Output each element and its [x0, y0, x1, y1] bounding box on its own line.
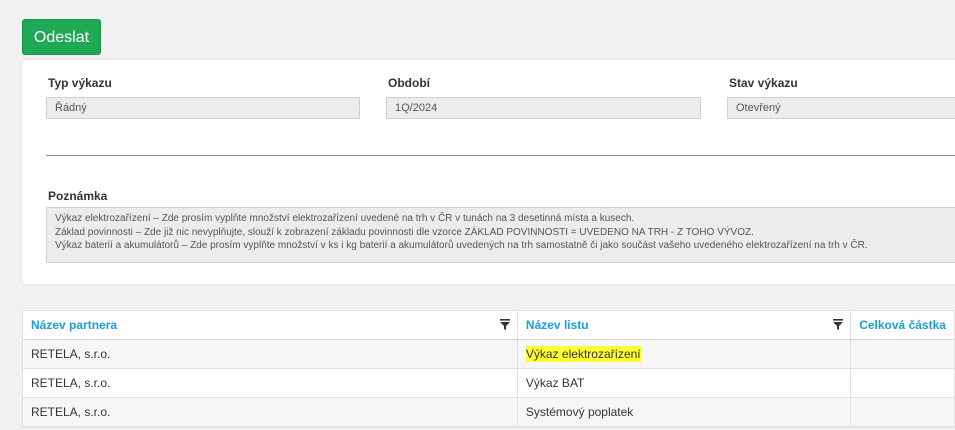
table-row[interactable]: RETELA, s.r.o. Výkaz BAT: [23, 369, 954, 398]
grid-header: Název partnera Název listu Celková částk…: [23, 311, 954, 340]
divider: [46, 155, 955, 156]
partner-grid: Název partnera Název listu Celková částk…: [22, 310, 955, 428]
period-label: Období: [388, 76, 430, 90]
note-label: Poznámka: [48, 189, 108, 203]
amount-cell: [851, 369, 954, 397]
table-row[interactable]: RETELA, s.r.o. Výkaz elektrozařízení: [23, 340, 954, 369]
sheet-cell[interactable]: Výkaz BAT: [518, 369, 852, 397]
partner-cell: RETELA, s.r.o.: [23, 340, 518, 368]
column-header-sheet[interactable]: Název listu: [518, 311, 852, 339]
amount-cell: [851, 340, 954, 368]
status-field[interactable]: Otevřený: [727, 97, 955, 119]
sheet-cell[interactable]: Systémový poplatek: [518, 398, 852, 426]
table-row[interactable]: RETELA, s.r.o. Systémový poplatek: [23, 398, 954, 427]
column-header-amount[interactable]: Celková částka: [851, 311, 954, 339]
column-header-partner[interactable]: Název partnera: [23, 311, 518, 339]
column-header-label: Celková částka: [859, 318, 946, 332]
report-type-field[interactable]: Řádný: [46, 97, 360, 119]
report-type-label: Typ výkazu: [48, 76, 112, 90]
column-header-label: Název listu: [525, 318, 589, 332]
column-header-label: Název partnera: [31, 318, 118, 332]
note-line: Výkaz baterií a akumulátorů – Zde prosím…: [55, 240, 868, 251]
filter-icon[interactable]: [499, 319, 510, 330]
send-button[interactable]: Odeslat: [22, 19, 101, 55]
note-line: Výkaz elektrozařízení – Zde prosím vyplň…: [55, 213, 635, 224]
filter-icon[interactable]: [833, 319, 844, 330]
partner-cell: RETELA, s.r.o.: [23, 369, 518, 397]
amount-cell: [851, 398, 954, 426]
sheet-cell[interactable]: Výkaz elektrozařízení: [518, 340, 852, 368]
status-label: Stav výkazu: [729, 76, 798, 90]
highlighted-sheet-name: Výkaz elektrozařízení: [525, 346, 641, 362]
period-field[interactable]: 1Q/2024: [386, 97, 701, 119]
note-line: Základ povinnosti – Zde již nic nevyplňu…: [55, 226, 754, 238]
note-field[interactable]: Výkaz elektrozařízení – Zde prosím vyplň…: [46, 207, 955, 263]
report-form-panel: Typ výkazu Řádný Období 1Q/2024 Stav výk…: [22, 60, 955, 284]
partner-cell: RETELA, s.r.o.: [23, 398, 518, 426]
